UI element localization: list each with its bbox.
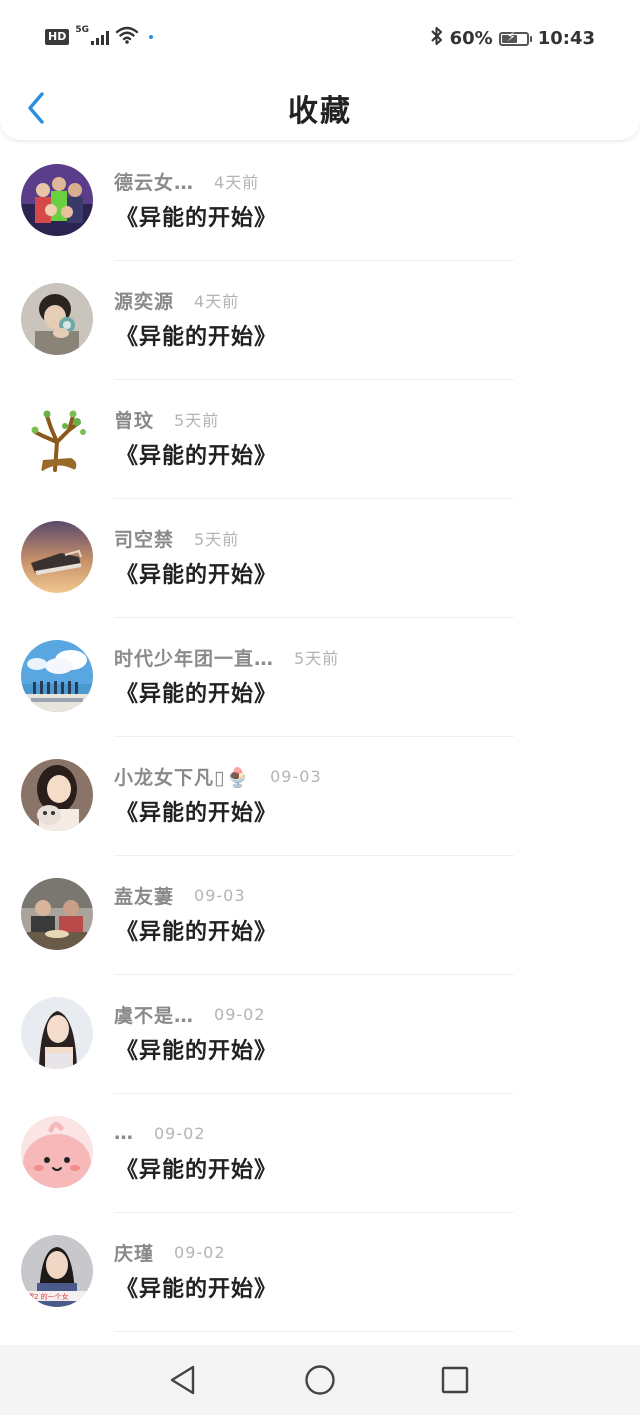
work-title[interactable]: 《异能的开始》 xyxy=(116,319,277,351)
system-nav-bar xyxy=(0,1345,640,1415)
username[interactable]: 虞不是… xyxy=(114,1001,194,1028)
clock: 10:43 xyxy=(537,28,595,49)
username[interactable]: 庆瑾 xyxy=(114,1239,154,1266)
timestamp: 09-03 xyxy=(194,885,246,905)
nav-back-icon xyxy=(170,1365,195,1395)
avatar[interactable] xyxy=(21,878,93,950)
bluetooth-icon xyxy=(430,26,444,51)
list-item[interactable]: … 09-02 《异能的开始》 xyxy=(0,1094,640,1213)
nav-home-button[interactable] xyxy=(302,1362,338,1398)
wifi-icon xyxy=(115,26,139,48)
username[interactable]: 德云女… xyxy=(114,168,194,195)
avatar[interactable] xyxy=(21,521,93,593)
item-meta: 曾玟 5天前 xyxy=(114,406,219,432)
title-bar: 收藏 xyxy=(0,76,640,140)
work-title[interactable]: 《异能的开始》 xyxy=(116,1152,277,1184)
work-title[interactable]: 《异能的开始》 xyxy=(116,1033,277,1065)
timestamp: 09-03 xyxy=(270,766,322,786)
item-meta: 庆瑾 09-02 xyxy=(114,1239,226,1265)
avatar[interactable] xyxy=(21,640,93,712)
username[interactable]: 盍友萋 xyxy=(114,882,174,909)
avatar[interactable] xyxy=(21,402,93,474)
list-item[interactable]: 曾玟 5天前 《异能的开始》 xyxy=(0,380,640,499)
timestamp: 5天前 xyxy=(294,649,340,668)
work-title[interactable]: 《异能的开始》 xyxy=(116,557,277,589)
nav-recent-icon xyxy=(441,1366,469,1394)
timestamp: 5天前 xyxy=(174,411,220,430)
item-meta: 司空禁 5天前 xyxy=(114,525,239,551)
list-item[interactable]: 德云女… 4天前 《异能的开始》 xyxy=(0,142,640,261)
header: HD 5G 60% ⚡ 10:43 收藏 xyxy=(0,0,640,140)
work-title[interactable]: 《异能的开始》 xyxy=(116,914,277,946)
item-meta: 德云女… 4天前 xyxy=(114,168,259,194)
nav-home-icon xyxy=(305,1365,335,1395)
status-bar: HD 5G 60% ⚡ 10:43 xyxy=(0,0,640,76)
username[interactable]: 小龙女下凡▯🍨 xyxy=(114,763,250,790)
item-meta: 虞不是… 09-02 xyxy=(114,1001,266,1027)
username[interactable]: 曾玟 xyxy=(114,406,154,433)
notification-dot xyxy=(149,35,153,39)
timestamp: 4天前 xyxy=(214,173,260,192)
timestamp: 09-02 xyxy=(174,1242,226,1262)
status-right: 60% ⚡ 10:43 xyxy=(430,26,595,51)
item-meta: 时代少年团一直… 5天前 xyxy=(114,644,339,670)
item-meta: 小龙女下凡▯🍨 09-03 xyxy=(114,763,322,789)
signal-icon xyxy=(91,29,109,45)
work-title[interactable]: 《异能的开始》 xyxy=(116,200,277,232)
timestamp: 4天前 xyxy=(194,292,240,311)
username[interactable]: 源奕源 xyxy=(114,287,174,314)
username[interactable]: 时代少年团一直… xyxy=(114,644,274,671)
avatar[interactable] xyxy=(21,1116,93,1188)
svg-text:隈2 的一个女: 隈2 的一个女 xyxy=(27,1292,69,1301)
list-item[interactable]: 虞不是… 09-02 《异能的开始》 xyxy=(0,975,640,1094)
work-title[interactable]: 《异能的开始》 xyxy=(116,795,277,827)
page-title: 收藏 xyxy=(288,94,352,129)
work-title[interactable]: 《异能的开始》 xyxy=(116,438,277,470)
timestamp: 09-02 xyxy=(214,1004,266,1024)
item-meta: 盍友萋 09-03 xyxy=(114,882,246,908)
list-item[interactable]: 时代少年团一直… 5天前 《异能的开始》 xyxy=(0,618,640,737)
work-title[interactable]: 《异能的开始》 xyxy=(116,676,277,708)
work-title[interactable]: 《异能的开始》 xyxy=(116,1271,277,1303)
timestamp: 5天前 xyxy=(194,530,240,549)
username[interactable]: … xyxy=(114,1122,134,1144)
divider xyxy=(114,1331,514,1332)
network-label: 5G xyxy=(75,25,89,35)
nav-recent-button[interactable] xyxy=(437,1362,473,1398)
battery-percent: 60% xyxy=(449,28,493,49)
avatar[interactable]: 隈2 的一个女 xyxy=(21,1235,93,1307)
nav-back-button[interactable] xyxy=(165,1362,201,1398)
avatar[interactable] xyxy=(21,997,93,1069)
status-left: HD 5G xyxy=(45,25,153,48)
list-item[interactable]: 小龙女下凡▯🍨 09-03 《异能的开始》 xyxy=(0,737,640,856)
username[interactable]: 司空禁 xyxy=(114,525,174,552)
favorites-list: 德云女… 4天前 《异能的开始》 源奕源 4天前 《异能的开始》 曾玟 5天前 … xyxy=(0,142,640,1332)
item-meta: 源奕源 4天前 xyxy=(114,287,239,313)
list-item[interactable]: 源奕源 4天前 《异能的开始》 xyxy=(0,261,640,380)
list-item[interactable]: 司空禁 5天前 《异能的开始》 xyxy=(0,499,640,618)
hd-badge: HD xyxy=(45,29,70,45)
item-meta: … 09-02 xyxy=(114,1120,206,1146)
timestamp: 09-02 xyxy=(154,1123,206,1143)
battery-icon: ⚡ xyxy=(498,30,532,46)
avatar[interactable] xyxy=(21,759,93,831)
avatar[interactable] xyxy=(21,283,93,355)
list-item[interactable]: 隈2 的一个女 庆瑾 09-02 《异能的开始》 xyxy=(0,1213,640,1332)
avatar[interactable] xyxy=(21,164,93,236)
list-item[interactable]: 盍友萋 09-03 《异能的开始》 xyxy=(0,856,640,975)
